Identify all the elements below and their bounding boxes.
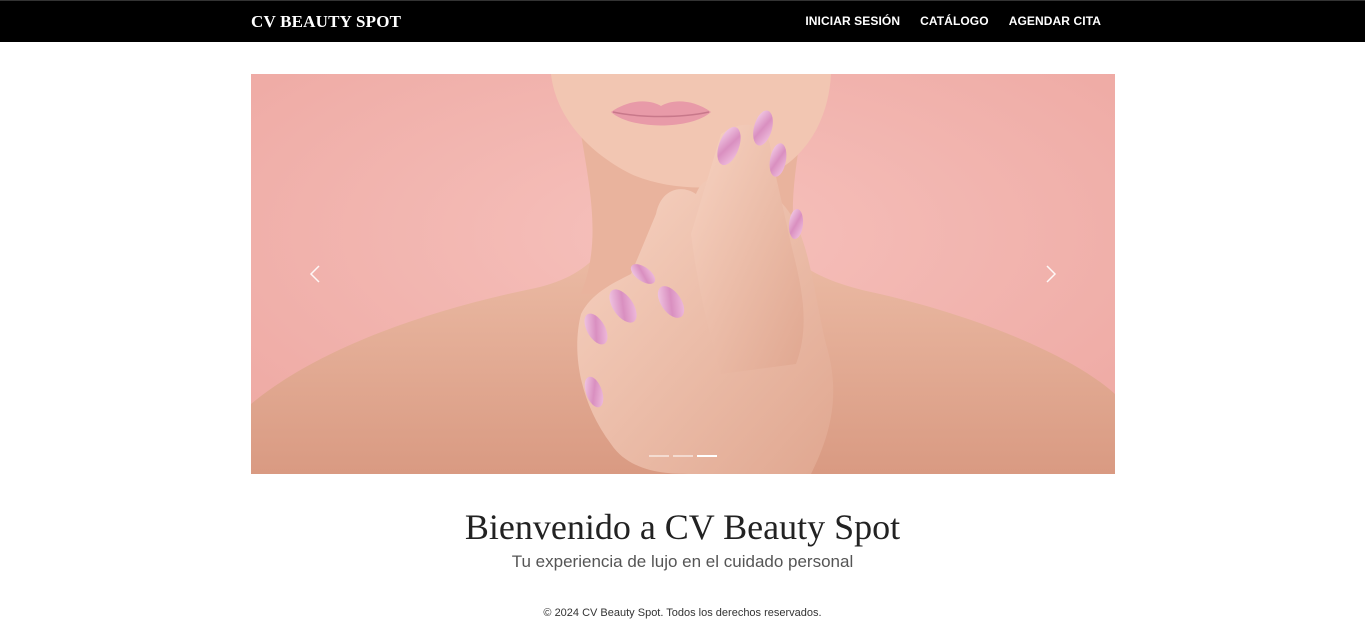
nav-links: INICIAR SESIÓN CATÁLOGO AGENDAR CITA [805,14,1101,28]
brand-logo[interactable]: CV BEAUTY SPOT [251,12,401,32]
carousel-next-button[interactable] [1031,254,1071,294]
carousel-indicator-active[interactable] [697,455,717,457]
carousel-indicators [649,455,717,457]
chevron-left-icon [309,265,320,283]
hero-photo [251,74,1115,474]
hero-carousel [251,74,1115,474]
carousel-indicator[interactable] [649,455,669,457]
nav-link-login[interactable]: INICIAR SESIÓN [805,14,900,28]
chevron-right-icon [1046,265,1057,283]
nav-link-catalog[interactable]: CATÁLOGO [920,14,989,28]
nav-link-book-appointment[interactable]: AGENDAR CITA [1009,14,1101,28]
page-subtitle: Tu experiencia de lujo en el cuidado per… [511,552,854,571]
footer-copyright: © 2024 CV Beauty Spot. Todos los derecho… [543,607,822,619]
carousel-indicator[interactable] [673,455,693,457]
page-title: Bienvenido a CV Beauty Spot [464,507,901,547]
navbar: CV BEAUTY SPOT INICIAR SESIÓN CATÁLOGO A… [0,0,1365,42]
carousel-prev-button[interactable] [295,254,335,294]
